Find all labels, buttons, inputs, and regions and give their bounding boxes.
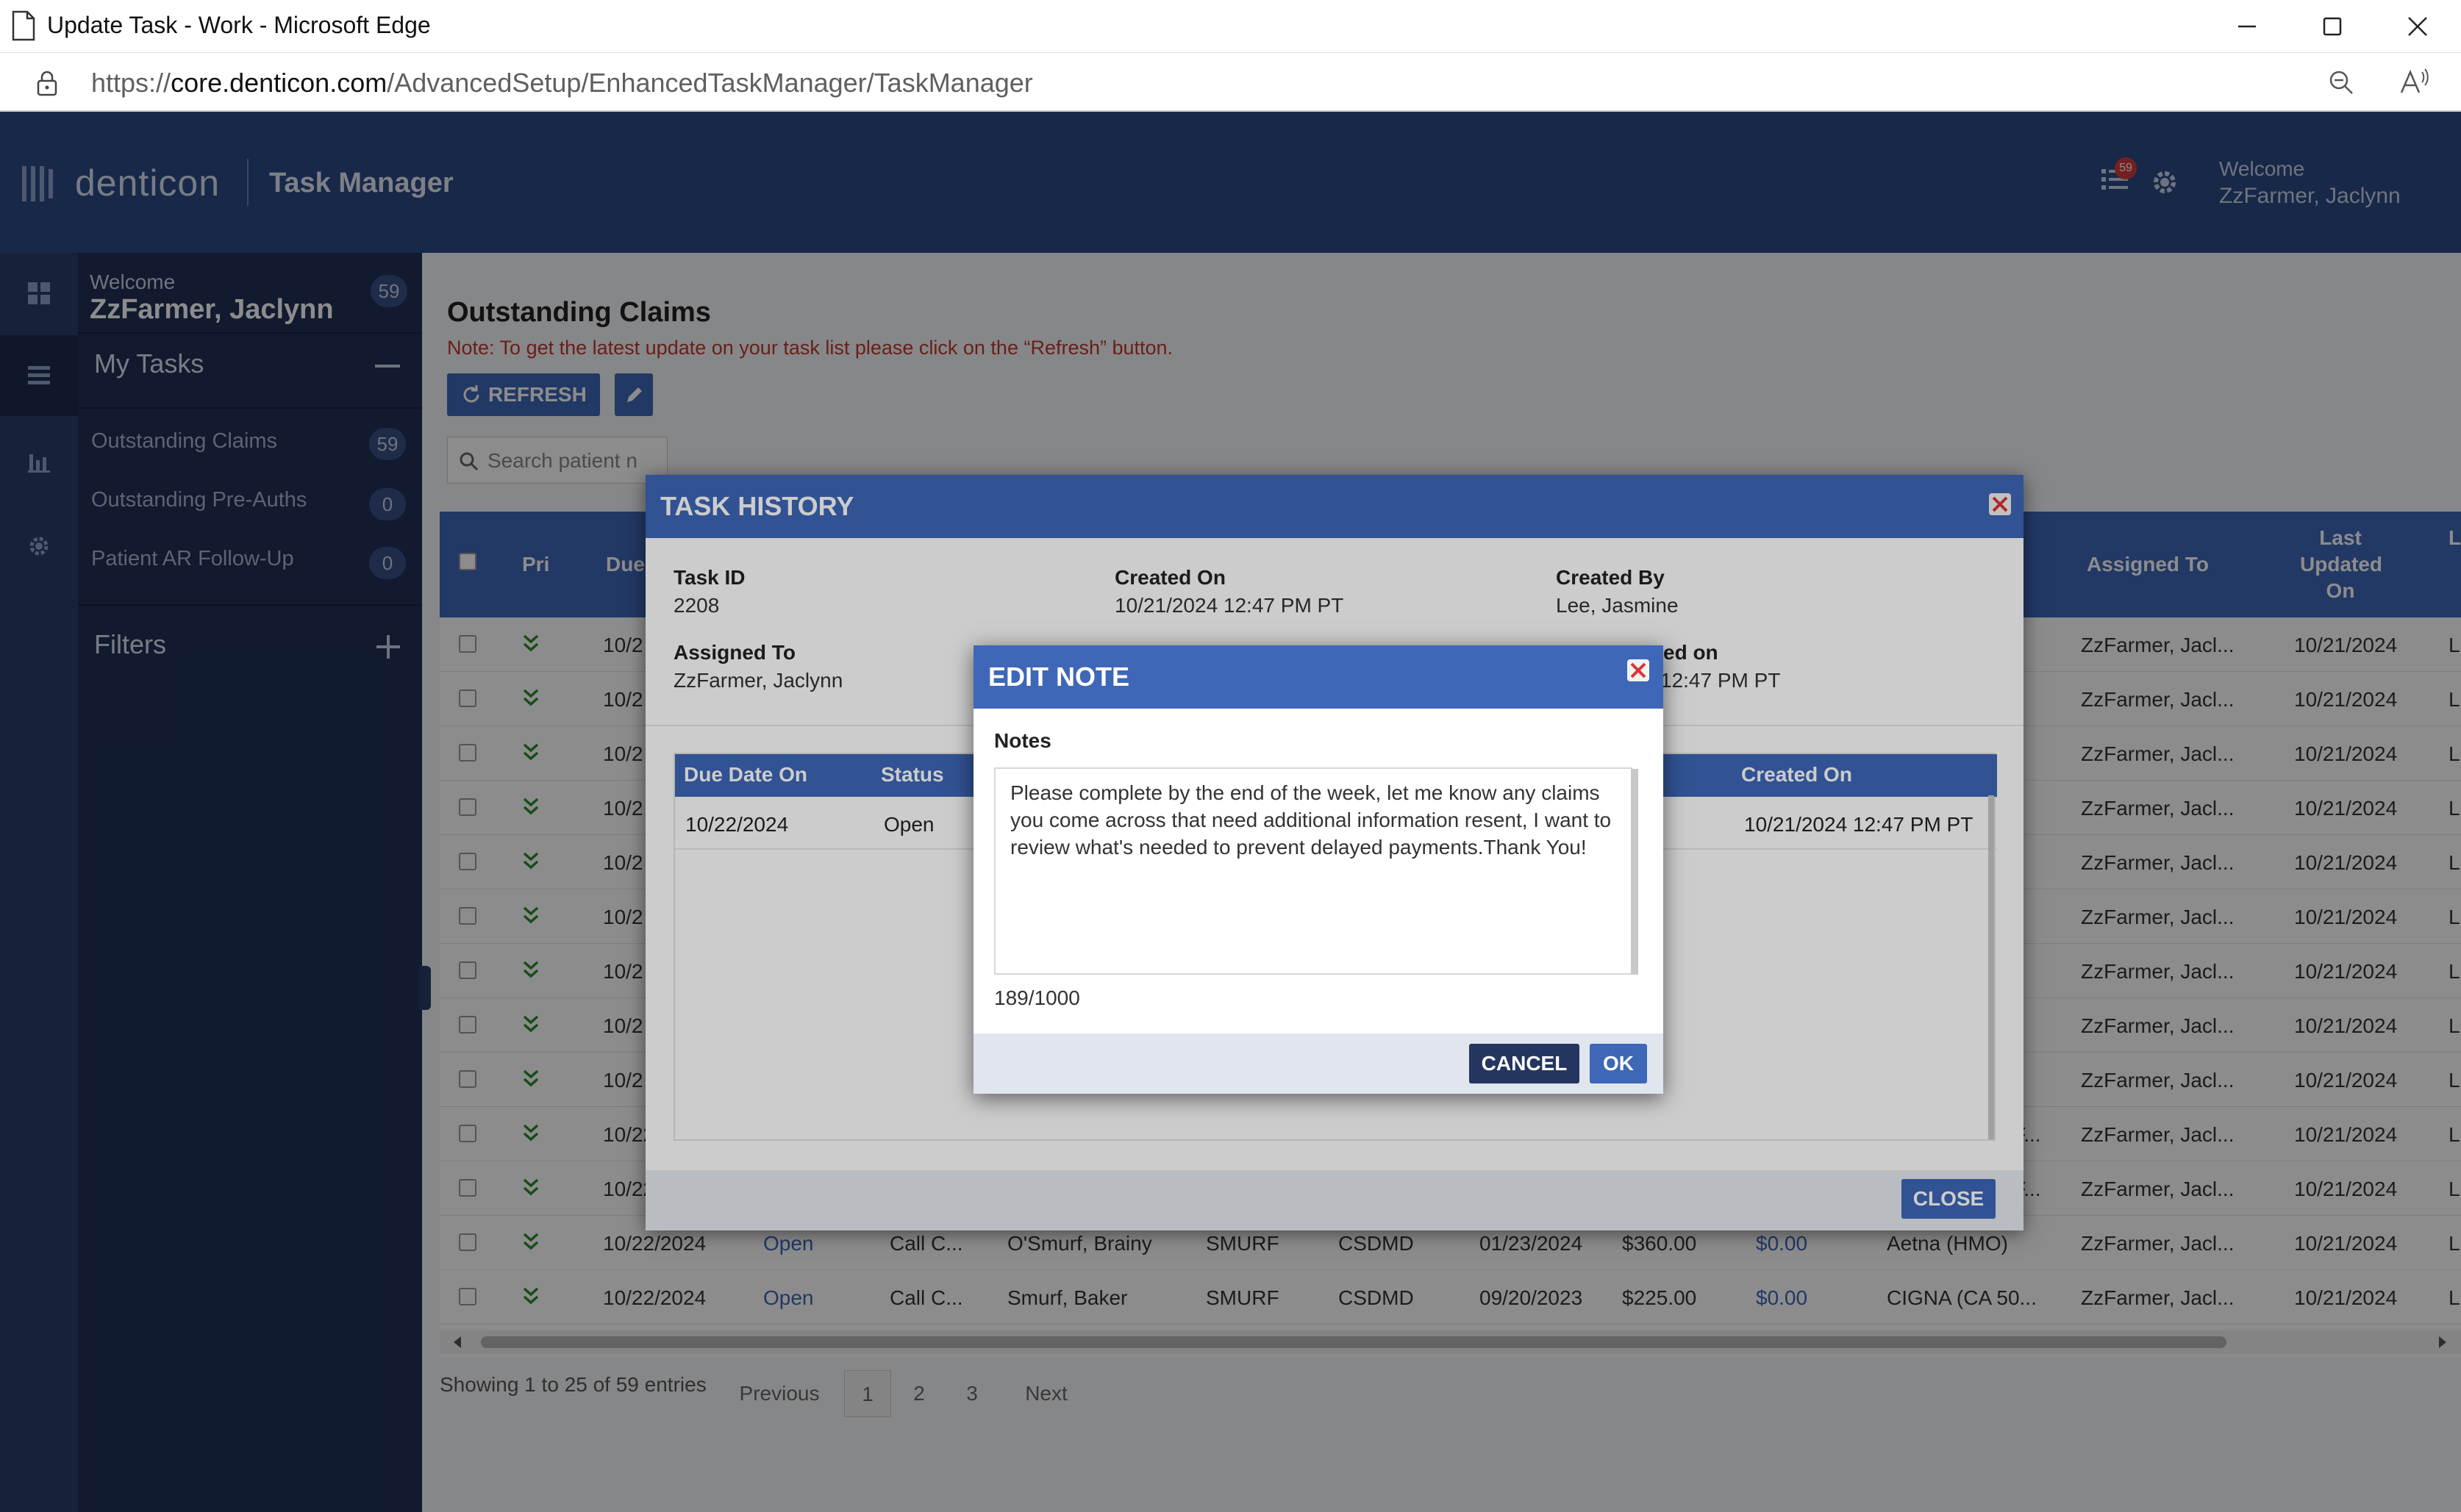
notes-textarea[interactable]: Please complete by the end of the week, … [994,767,1632,975]
minimize-button[interactable] [2226,7,2268,46]
url-path: /AdvancedSetup/EnhancedTaskManager/TaskM… [387,68,1033,98]
address-bar[interactable]: https://core.denticon.com/AdvancedSetup/… [0,53,2461,112]
app-viewport: denticon Task Manager 59 Welcome ZzFarme… [0,112,2461,1512]
page-document-icon [10,10,37,41]
edit-note-header: EDIT NOTE [974,645,1663,709]
zoom-out-icon[interactable] [2326,68,2356,97]
edit-note-footer: CANCEL OK [974,1033,1663,1094]
notes-label: Notes [994,729,1051,752]
character-count: 189/1000 [994,986,1080,1009]
url-text[interactable]: https://core.denticon.com/AdvancedSetup/… [91,68,1033,98]
edit-note-modal: EDIT NOTE Notes Please complete by the e… [974,645,1663,1094]
window-title: Update Task - Work - Microsoft Edge [47,12,431,38]
ok-button[interactable]: OK [1590,1044,1647,1083]
edit-note-close-icon[interactable] [1626,659,1650,682]
cancel-button[interactable]: CANCEL [1469,1044,1579,1083]
edit-note-title: EDIT NOTE [988,662,1130,692]
read-aloud-icon[interactable] [2399,68,2431,97]
maximize-button[interactable] [2312,7,2353,46]
notes-scrollbar[interactable] [1631,769,1638,975]
window-close-button[interactable] [2397,7,2438,46]
url-host: core.denticon.com [171,68,387,98]
browser-title-bar: Update Task - Work - Microsoft Edge [0,0,2461,53]
url-scheme: https:// [91,68,171,98]
lock-icon[interactable] [35,69,59,97]
